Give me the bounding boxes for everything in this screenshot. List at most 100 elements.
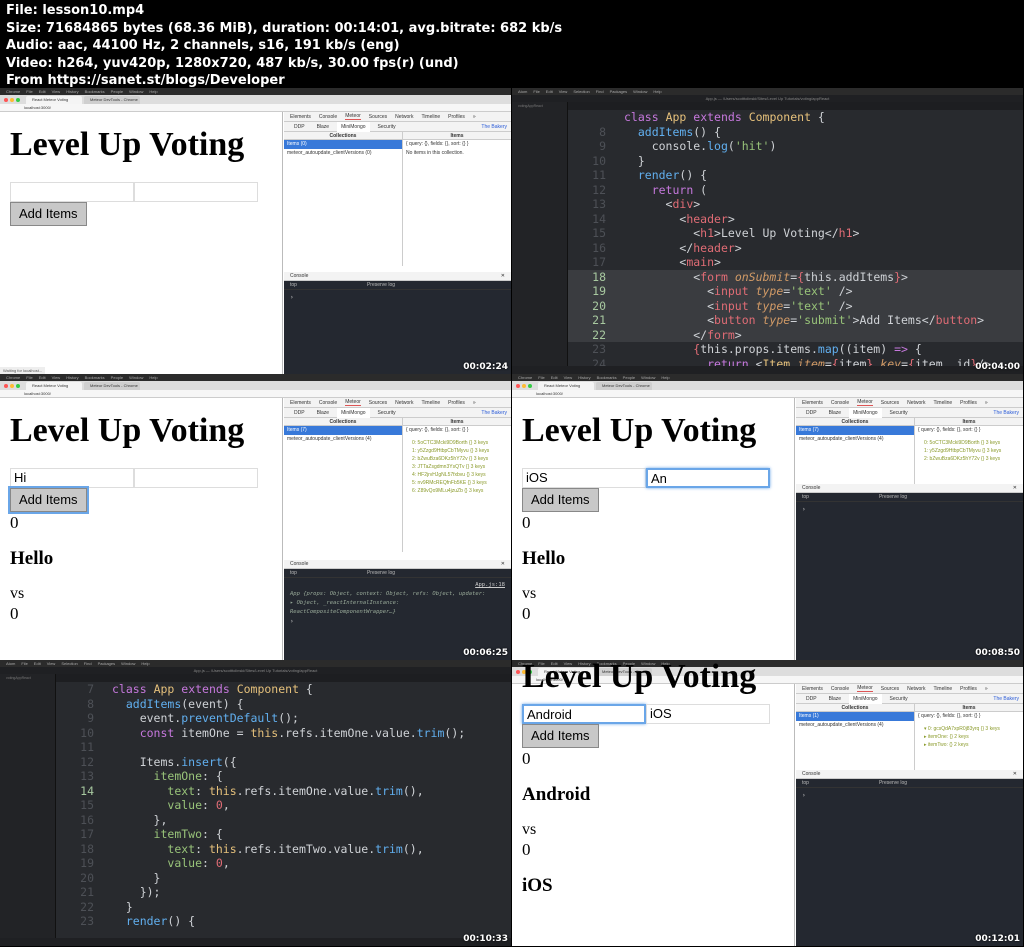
devtools-tab-more[interactable]: » xyxy=(473,114,476,120)
devtools-tab-more[interactable]: » xyxy=(985,400,988,406)
address-bar[interactable]: localhost:3000/ xyxy=(0,104,511,112)
code-line[interactable]: 23 render() { xyxy=(56,914,511,929)
menu-file[interactable]: File xyxy=(26,89,32,94)
subtab-minimongo[interactable]: MiniMongo xyxy=(849,693,882,704)
devtools-tab-network[interactable]: Network xyxy=(395,400,413,406)
tree-item[interactable]: 6: Z89vQo9MLu4jzuZb {} 3 keys xyxy=(403,487,511,495)
browser-tab-devtools[interactable]: Meteor DevTools - Chrome xyxy=(84,381,140,390)
subtab-minimongo[interactable]: MiniMongo xyxy=(849,407,882,418)
the-bakery-link[interactable]: The Bakery xyxy=(989,696,1023,702)
tree-item[interactable]: ▾ 0: gcsQdA7xpR0j83yrq {} 3 keys xyxy=(915,725,1023,733)
menu-people[interactable]: People xyxy=(111,375,123,380)
close-window-icon[interactable] xyxy=(4,383,8,388)
menu-packages[interactable]: Packages xyxy=(98,661,116,666)
tree-item[interactable]: 2: bZwuBza6DKz5hY72v {} 3 keys xyxy=(403,455,511,463)
devtools-tab-sources[interactable]: Sources xyxy=(881,400,899,406)
menu-app[interactable]: Chrome xyxy=(6,89,20,94)
code-line[interactable]: 15 <h1>Level Up Voting</h1> xyxy=(568,226,1023,241)
code-line[interactable]: 17 itemTwo: { xyxy=(56,827,511,842)
collection-row[interactable]: Items (0) xyxy=(284,140,402,149)
tree-item[interactable]: ▸ itemTwo: {} 2 keys xyxy=(915,741,1023,749)
item-one-input[interactable] xyxy=(10,182,134,202)
maximize-window-icon[interactable] xyxy=(528,383,532,388)
menu-people[interactable]: People xyxy=(111,89,123,94)
preserve-log-checkbox[interactable]: Preserve log xyxy=(879,493,907,501)
code-line[interactable]: 19 value: 0, xyxy=(56,856,511,871)
subtab-security[interactable]: Security xyxy=(374,124,400,130)
subtab-minimongo[interactable]: MiniMongo xyxy=(337,407,370,418)
tree-item[interactable]: 5: nv9RMcREQfnFb5KE {} 3 keys xyxy=(403,479,511,487)
code-line[interactable]: 8 addItems() { xyxy=(568,125,1023,140)
preserve-log-checkbox[interactable]: Preserve log xyxy=(367,281,395,289)
devtools-tab-network[interactable]: Network xyxy=(907,400,925,406)
menu-file[interactable]: File xyxy=(26,375,32,380)
item-two-input[interactable]: iOS xyxy=(646,704,770,724)
console-context[interactable]: top xyxy=(290,569,297,577)
devtools-tab-elements[interactable]: Elements xyxy=(290,400,311,406)
devtools-tab-console[interactable]: Console xyxy=(319,114,337,120)
menu-history[interactable]: History xyxy=(578,375,590,380)
subtab-ddp[interactable]: DDP xyxy=(802,410,821,416)
menu-find[interactable]: Find xyxy=(596,89,604,94)
console-output-line[interactable]: ▸ Object, _reactInternalInstance: xyxy=(290,599,505,608)
code-line[interactable]: 19 <input type='text' /> xyxy=(568,284,1023,299)
devtools-tab-more[interactable]: » xyxy=(985,686,988,692)
menu-view[interactable]: View xyxy=(52,375,61,380)
code-view[interactable]: class App extends Component {8 addItems(… xyxy=(568,110,1023,371)
browser-tab-devtools[interactable]: Meteor DevTools - Chrome xyxy=(84,95,140,104)
subtab-ddp[interactable]: DDP xyxy=(290,410,309,416)
browser-tab-devtools[interactable]: Meteor DevTools - Chrome xyxy=(596,381,652,390)
close-icon[interactable]: ✕ xyxy=(501,560,511,568)
devtools-tab-timeline[interactable]: Timeline xyxy=(421,114,440,120)
item-two-input[interactable] xyxy=(134,182,258,202)
menu-view[interactable]: View xyxy=(52,89,61,94)
menu-window[interactable]: Window xyxy=(129,89,143,94)
tree-item[interactable]: 1: y5Zzgd9HtbpCbTMyvu {} 3 keys xyxy=(403,447,511,455)
tree-item[interactable]: 0: 5oCTC3Mcki9D9Borth {} 3 keys xyxy=(403,439,511,447)
item-two-input[interactable] xyxy=(134,468,258,488)
console-prompt[interactable]: › xyxy=(802,506,806,513)
menu-window[interactable]: Window xyxy=(121,661,135,666)
menu-view[interactable]: View xyxy=(564,375,573,380)
code-line[interactable]: 9 event.preventDefault(); xyxy=(56,711,511,726)
devtools-tab-profiles[interactable]: Profiles xyxy=(448,400,465,406)
add-items-button[interactable]: Add Items xyxy=(522,488,599,512)
menu-edit[interactable]: Edit xyxy=(546,89,553,94)
code-line[interactable]: 7 class App extends Component { xyxy=(56,682,511,697)
menu-view[interactable]: View xyxy=(559,89,568,94)
menu-edit[interactable]: Edit xyxy=(39,89,46,94)
devtools-tab-profiles[interactable]: Profiles xyxy=(960,686,977,692)
menu-history[interactable]: History xyxy=(66,375,78,380)
subtab-security[interactable]: Security xyxy=(374,410,400,416)
menu-packages[interactable]: Packages xyxy=(610,89,628,94)
subtab-blaze[interactable]: Blaze xyxy=(825,696,846,702)
tree-root[interactable]: votingAppReact xyxy=(0,674,55,682)
code-line[interactable]: 13 <div> xyxy=(568,197,1023,212)
maximize-window-icon[interactable] xyxy=(16,97,20,102)
menu-bookmarks[interactable]: Bookmarks xyxy=(597,375,617,380)
menu-file[interactable]: File xyxy=(538,375,544,380)
subtab-blaze[interactable]: Blaze xyxy=(313,410,334,416)
code-line[interactable]: 11 xyxy=(56,740,511,755)
menu-app[interactable]: Atom xyxy=(6,661,15,666)
collection-row[interactable]: meteor_autoupdate_clientVersions (4) xyxy=(796,435,914,444)
code-line[interactable]: 16 </header> xyxy=(568,241,1023,256)
code-line[interactable]: 23 {this.props.items.map((item) => { xyxy=(568,342,1023,357)
menu-help[interactable]: Help xyxy=(149,89,157,94)
code-line[interactable]: 12 return ( xyxy=(568,183,1023,198)
menu-window[interactable]: Window xyxy=(633,89,647,94)
close-window-icon[interactable] xyxy=(516,669,520,674)
collection-row[interactable]: Items (7) xyxy=(284,426,402,435)
menu-people[interactable]: People xyxy=(623,375,635,380)
devtools-tab-console[interactable]: Console xyxy=(319,400,337,406)
close-window-icon[interactable] xyxy=(516,383,520,388)
code-line[interactable]: 18 <form onSubmit={this.addItems}> xyxy=(568,269,1023,284)
close-icon[interactable]: ✕ xyxy=(1013,484,1023,492)
menu-help[interactable]: Help xyxy=(661,375,669,380)
add-items-button[interactable]: Add Items xyxy=(10,202,87,226)
code-line[interactable]: 21 }); xyxy=(56,885,511,900)
item-one-label[interactable]: Android xyxy=(522,782,794,808)
code-line[interactable]: 14 text: this.refs.itemOne.value.trim(), xyxy=(56,784,511,799)
subtab-ddp[interactable]: DDP xyxy=(290,124,309,130)
devtools-tab-sources[interactable]: Sources xyxy=(369,114,387,120)
